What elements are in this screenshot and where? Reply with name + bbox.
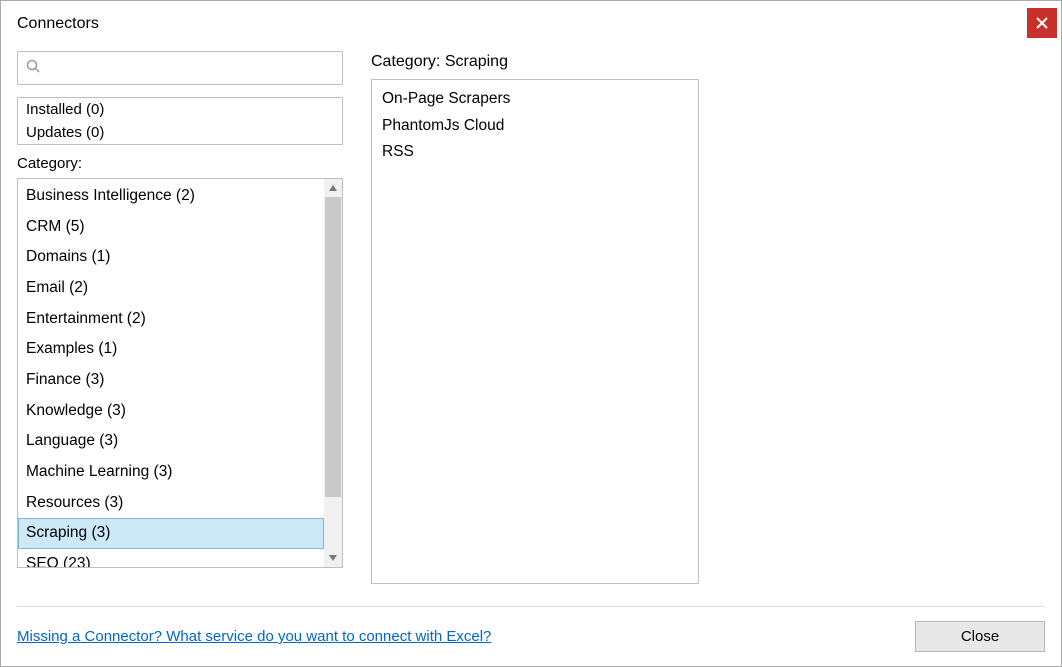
category-item[interactable]: Scraping (3) xyxy=(18,518,324,549)
scroll-up-icon[interactable] xyxy=(324,179,342,197)
updates-count[interactable]: Updates (0) xyxy=(18,121,342,144)
category-item[interactable]: SEO (23) xyxy=(18,549,324,567)
close-button[interactable]: Close xyxy=(915,621,1045,652)
close-icon[interactable] xyxy=(1027,8,1057,38)
search-input[interactable] xyxy=(46,60,334,77)
scroll-down-icon[interactable] xyxy=(324,549,342,567)
category-item[interactable]: Business Intelligence (2) xyxy=(18,181,324,212)
left-column: Installed (0) Updates (0) Category: Busi… xyxy=(17,51,343,592)
category-item[interactable]: Email (2) xyxy=(18,273,324,304)
titlebar: Connectors xyxy=(1,1,1061,41)
connector-item[interactable]: On-Page Scrapers xyxy=(382,86,688,113)
category-item[interactable]: Language (3) xyxy=(18,426,324,457)
search-icon xyxy=(26,59,40,78)
installed-count[interactable]: Installed (0) xyxy=(18,98,342,121)
missing-connector-link[interactable]: Missing a Connector? What service do you… xyxy=(17,628,491,645)
category-item[interactable]: CRM (5) xyxy=(18,212,324,243)
category-item[interactable]: Resources (3) xyxy=(18,488,324,519)
category-item[interactable]: Knowledge (3) xyxy=(18,396,324,427)
detail-heading: Category: Scraping xyxy=(371,53,699,71)
category-item[interactable]: Examples (1) xyxy=(18,334,324,365)
category-item[interactable]: Machine Learning (3) xyxy=(18,457,324,488)
detail-list[interactable]: On-Page ScrapersPhantomJs CloudRSS xyxy=(371,79,699,584)
connector-item[interactable]: RSS xyxy=(382,139,688,166)
search-box[interactable] xyxy=(17,51,343,85)
scroll-thumb[interactable] xyxy=(325,197,341,497)
category-item[interactable]: Domains (1) xyxy=(18,242,324,273)
category-list[interactable]: Business Intelligence (2)CRM (5)Domains … xyxy=(18,179,324,567)
status-box: Installed (0) Updates (0) xyxy=(17,97,343,145)
category-item[interactable]: Finance (3) xyxy=(18,365,324,396)
footer: Missing a Connector? What service do you… xyxy=(17,606,1045,652)
category-label: Category: xyxy=(17,155,343,172)
connectors-dialog: Connectors Installed (0) Updates (0) Cat… xyxy=(0,0,1062,667)
scrollbar[interactable] xyxy=(324,179,342,567)
right-column: Category: Scraping On-Page ScrapersPhant… xyxy=(371,51,699,592)
connector-item[interactable]: PhantomJs Cloud xyxy=(382,113,688,140)
dialog-body: Installed (0) Updates (0) Category: Busi… xyxy=(1,41,1061,592)
dialog-title: Connectors xyxy=(17,15,99,33)
category-item[interactable]: Entertainment (2) xyxy=(18,304,324,335)
category-list-container: Business Intelligence (2)CRM (5)Domains … xyxy=(17,178,343,568)
